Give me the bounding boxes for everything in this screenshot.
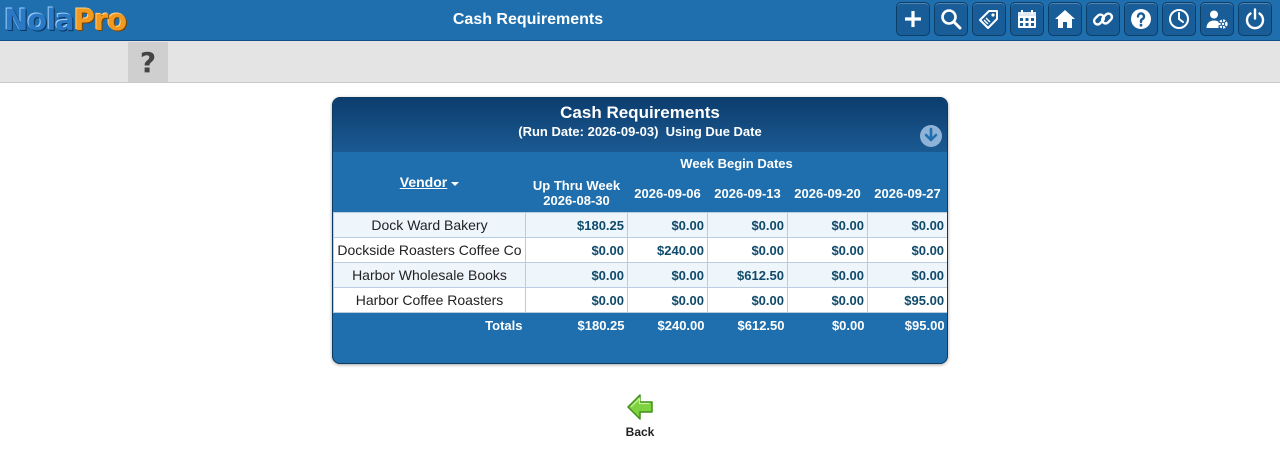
search-button[interactable] [934,2,968,36]
download-icon[interactable] [919,124,943,148]
tags-button[interactable] [972,2,1006,36]
tag-icon [979,10,998,29]
col-header-week-5: 2026-09-27 [874,185,941,201]
amount-cell: $0.00 [627,287,708,313]
amount-cell: $0.00 [627,262,708,288]
amount-cell: $0.00 [707,287,788,313]
sort-descending-icon[interactable] [451,181,460,186]
home-icon [1055,10,1075,28]
vendor-name: Harbor Wholesale Books [333,262,526,288]
col-header-week-2: 2026-09-06 [634,185,701,201]
total-cell: $612.50 [707,312,788,338]
report-subtitle: (Run Date: 2026-09-03) Using Due Date [518,124,762,139]
totals-label: Totals [333,312,526,338]
col-header-week-3: 2026-09-13 [714,185,781,201]
amount-cell: $0.00 [866,262,947,288]
amount-cell: $0.00 [525,262,628,288]
calendar-button[interactable] [1010,2,1044,36]
amount-cell: $0.00 [525,237,628,263]
amount-cell: $0.00 [787,262,868,288]
vendor-name: Dock Ward Bakery [333,212,526,238]
help-icon [1131,9,1151,29]
secondary-toolbar: ? [0,41,1280,83]
back-button[interactable]: Back [610,392,670,439]
cash-requirements-report: Cash Requirements (Run Date: 2026-09-03)… [332,97,948,364]
col-header-up-thru-week: Up Thru Week 2026-08-30 [532,178,621,208]
clock-icon [1169,9,1189,29]
amount-cell: $180.25 [525,212,628,238]
amount-cell: $0.00 [525,287,628,313]
amount-cell: $612.50 [707,262,788,288]
power-icon [1245,8,1265,30]
table-row: Harbor Wholesale Books $0.00 $0.00 $612.… [333,262,947,288]
week-group-header-row: Vendor Week Begin Dates [334,152,948,191]
search-icon [941,9,962,30]
cash-requirements-table: Vendor Week Begin Dates Up Thru Week 202… [333,152,948,338]
calendar-icon [1018,10,1036,28]
logo-part-1: Nola [4,3,75,37]
user-settings-button[interactable] [1200,2,1234,36]
vendor-name: Harbor Coffee Roasters [333,287,526,313]
total-cell: $0.00 [787,312,868,338]
totals-row: Totals $180.25 $240.00 $612.50 $0.00 $95… [333,312,947,338]
vendor-name: Dockside Roasters Coffee Co [333,237,526,263]
logo-part-2: Pro [73,3,127,37]
table-row: Dock Ward Bakery $180.25 $0.00 $0.00 $0.… [333,212,947,238]
history-button[interactable] [1162,2,1196,36]
total-cell: $95.00 [867,312,947,338]
toolbar-icons [896,2,1276,36]
week-begin-dates-header: Week Begin Dates [680,155,793,171]
table-row: Dockside Roasters Coffee Co $0.00 $240.0… [333,237,947,263]
nolapro-logo[interactable]: NolaPro [4,2,127,38]
amount-cell: $0.00 [707,237,788,263]
amount-cell: $0.00 [866,212,947,238]
back-label: Back [625,425,655,439]
total-cell: $180.25 [525,312,628,338]
help-menu-button[interactable] [1124,2,1158,36]
user-settings-icon [1206,10,1228,29]
amount-cell: $0.00 [787,237,868,263]
vendor-column-header: Vendor [334,152,526,213]
links-button[interactable] [1086,2,1120,36]
report-header: Cash Requirements (Run Date: 2026-09-03)… [333,98,947,152]
report-title: Cash Requirements [560,103,720,122]
amount-cell: $0.00 [787,212,868,238]
link-icon [1092,12,1114,26]
plus-icon [905,11,921,27]
top-bar: NolaPro Cash Requirements [0,0,1280,41]
page-help-button[interactable]: ? [128,42,168,82]
total-cell: $240.00 [627,312,708,338]
home-button[interactable] [1048,2,1082,36]
amount-cell: $0.00 [627,212,708,238]
add-button[interactable] [896,2,930,36]
col-header-week-4: 2026-09-20 [794,185,861,201]
table-row: Harbor Coffee Roasters $0.00 $0.00 $0.00… [333,287,947,313]
amount-cell: $240.00 [627,237,708,263]
amount-cell: $0.00 [866,237,947,263]
page-title: Cash Requirements [452,11,604,28]
vendor-sort-link[interactable]: Vendor [400,174,447,190]
logout-button[interactable] [1238,2,1272,36]
amount-cell: $95.00 [866,287,947,313]
amount-cell: $0.00 [787,287,868,313]
back-arrow-icon [627,394,653,420]
amount-cell: $0.00 [707,212,788,238]
